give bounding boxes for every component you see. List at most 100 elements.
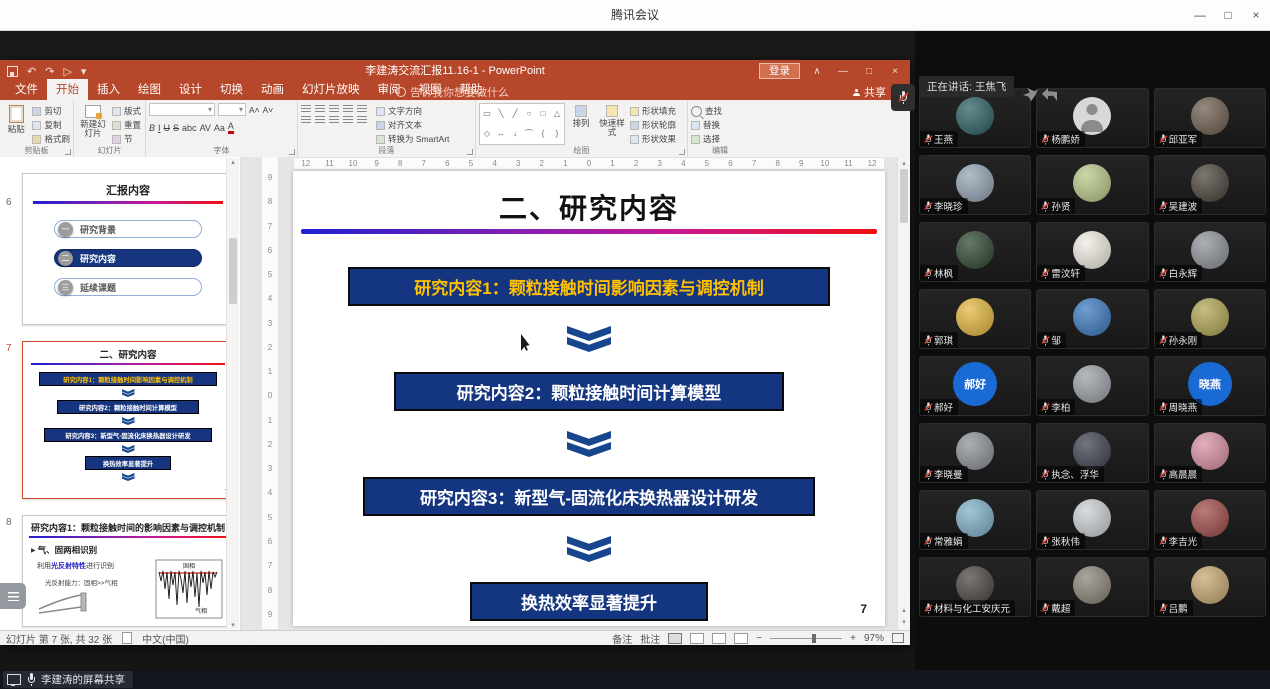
font-style-button[interactable]: A xyxy=(228,121,234,134)
select-button[interactable]: 选择 xyxy=(691,133,722,145)
shape-icon[interactable]: ╲ xyxy=(499,110,504,118)
participant-tile[interactable]: 李晓曼 xyxy=(919,423,1031,483)
canvas-scrollbar[interactable]: ▴ ▴ ▾ xyxy=(897,157,910,630)
list-buttons[interactable] xyxy=(301,105,373,114)
ppt-maximize-icon[interactable]: □ xyxy=(856,60,882,82)
participant-tile[interactable]: 吴建波 xyxy=(1154,155,1266,215)
previous-slide-icon[interactable]: ▴ xyxy=(902,606,906,614)
participant-tile[interactable]: 张秋伟 xyxy=(1036,490,1148,550)
participant-tile[interactable]: 邹 xyxy=(1036,289,1148,349)
participant-tile[interactable]: 执念、浮华 xyxy=(1036,423,1148,483)
reading-view-icon[interactable] xyxy=(712,633,726,644)
font-style-button[interactable]: U xyxy=(164,123,171,133)
next-slide-icon[interactable]: ▾ xyxy=(902,618,906,626)
zoom-in-icon[interactable]: + xyxy=(850,633,856,644)
reset-button[interactable]: 重置 xyxy=(112,119,141,131)
participant-tile[interactable]: 李晓珍 xyxy=(919,155,1031,215)
font-size-combo[interactable]: ▾ xyxy=(218,103,246,116)
slide-content-box[interactable]: 换热效率显著提升 xyxy=(470,582,708,621)
participant-tile[interactable]: 邱亚军 xyxy=(1154,88,1266,148)
comments-toggle[interactable]: 批注 xyxy=(640,631,660,646)
participant-tile[interactable]: 郭琪 xyxy=(919,289,1031,349)
ribbon-tab[interactable]: 插入 xyxy=(88,79,129,100)
cut-button[interactable]: 剪切 xyxy=(32,105,70,117)
new-slide-button[interactable]: 新建幻灯片 xyxy=(77,103,109,145)
ppt-minimize-icon[interactable]: — xyxy=(830,60,856,82)
align-text-button[interactable]: 对齐文本 xyxy=(376,119,449,131)
participant-tile[interactable]: 雷汶轩 xyxy=(1036,222,1148,282)
section-button[interactable]: 节 xyxy=(112,133,141,145)
ribbon-tab[interactable]: 开始 xyxy=(47,79,88,100)
zoom-level[interactable]: 97% xyxy=(864,633,884,644)
ribbon-tab[interactable]: 切换 xyxy=(211,79,252,100)
slide-8-thumbnail[interactable]: 研究内容1：颗粒接触时间的影响因素与调控机制 ▶气、固两相识别 利用光反射特性进… xyxy=(22,515,234,627)
scroll-up-icon[interactable]: ▴ xyxy=(902,159,906,167)
scroll-up-icon[interactable]: ▴ xyxy=(231,158,235,166)
participant-tile[interactable]: 郝好 郝好 xyxy=(919,356,1031,416)
ribbon-tab[interactable]: 视图 xyxy=(410,79,451,100)
ribbon-tab[interactable]: 设计 xyxy=(170,79,211,100)
normal-view-icon[interactable] xyxy=(668,633,682,644)
maximize-icon[interactable]: □ xyxy=(1214,0,1242,30)
font-style-button[interactable]: AV xyxy=(200,123,211,133)
zoom-slider[interactable] xyxy=(770,638,842,639)
participant-tile[interactable]: 吕鹏 xyxy=(1154,557,1266,617)
minimize-icon[interactable]: — xyxy=(1186,0,1214,30)
shape-icon[interactable]: ↔ xyxy=(497,130,505,138)
participant-tile[interactable]: 王燕 xyxy=(919,88,1031,148)
participant-tile[interactable]: 戴超 xyxy=(1036,557,1148,617)
dialog-launcher-icon[interactable] xyxy=(65,149,71,155)
thumbnail-scrollbar[interactable]: ▴ ▾ xyxy=(226,158,239,629)
ribbon-tab[interactable]: 审阅 xyxy=(369,79,410,100)
dialog-launcher-icon[interactable] xyxy=(679,149,685,155)
text-direction-button[interactable]: 文字方向 xyxy=(376,105,449,117)
notes-toggle[interactable]: 备注 xyxy=(612,631,632,646)
shape-outline-button[interactable]: 形状轮廓 xyxy=(630,119,676,131)
slide-gradient-line[interactable] xyxy=(301,229,877,234)
shape-icon[interactable]: ▭ xyxy=(483,110,491,118)
ribbon-options-icon[interactable]: ∧ xyxy=(804,60,830,82)
participant-tile[interactable]: 高晨晨 xyxy=(1154,423,1266,483)
layout-button[interactable]: 版式 xyxy=(112,105,141,117)
arrange-button[interactable]: 排列 xyxy=(568,103,594,145)
dialog-launcher-icon[interactable] xyxy=(467,149,473,155)
font-style-button[interactable]: I xyxy=(158,123,161,133)
shape-icon[interactable]: ⌒ xyxy=(525,130,533,138)
meeting-sidebar-toggle[interactable] xyxy=(0,583,26,609)
shape-effects-button[interactable]: 形状效果 xyxy=(630,133,676,145)
participant-tile[interactable]: 晓燕 周晓燕 xyxy=(1154,356,1266,416)
quick-styles-button[interactable]: 快速样式 xyxy=(597,103,627,145)
font-style-button[interactable]: Aa xyxy=(214,123,225,133)
slide-content-box[interactable]: 研究内容3：新型气-固流化床换热器设计研发 xyxy=(363,477,815,516)
language-status[interactable]: 中文(中国) xyxy=(142,631,189,646)
ribbon-tab[interactable]: 文件 xyxy=(6,79,47,100)
shape-icon[interactable]: □ xyxy=(541,110,546,118)
scroll-down-icon[interactable]: ▾ xyxy=(231,621,235,629)
zoom-out-icon[interactable]: − xyxy=(756,633,762,644)
slide-content-box[interactable]: 研究内容1：颗粒接触时间影响因素与调控机制 xyxy=(348,267,830,306)
spellcheck-icon[interactable] xyxy=(122,632,132,644)
font-style-button[interactable]: S xyxy=(173,123,179,133)
close-icon[interactable]: × xyxy=(1242,0,1270,30)
align-buttons[interactable] xyxy=(301,116,373,125)
participant-tile[interactable]: 李吉光 xyxy=(1154,490,1266,550)
slide-content-box[interactable]: 研究内容2：颗粒接触时间计算模型 xyxy=(394,372,784,411)
replace-button[interactable]: 替换 xyxy=(691,119,722,131)
scrollbar-thumb[interactable] xyxy=(229,238,237,304)
zoom-slider-thumb[interactable] xyxy=(812,634,816,643)
ribbon-tab[interactable]: 动画 xyxy=(252,79,293,100)
shape-icon[interactable]: △ xyxy=(554,110,560,118)
participant-tile[interactable]: 孙永刚 xyxy=(1154,289,1266,349)
slide-canvas[interactable]: 二、研究内容 研究内容1：颗粒接触时间影响因素与调控机制 研究内容2：颗粒接触时… xyxy=(293,171,885,626)
grow-font-button[interactable]: A˄ xyxy=(249,105,260,115)
shrink-font-button[interactable]: A˅ xyxy=(263,105,274,115)
shape-icon[interactable]: ↓ xyxy=(513,130,517,138)
shape-icon[interactable]: ◇ xyxy=(484,130,490,138)
paste-button[interactable]: 粘贴 xyxy=(3,103,29,145)
slide-sorter-icon[interactable] xyxy=(690,633,704,644)
shape-gallery[interactable]: ▭╲╱○□△◇↔↓⌒{} xyxy=(479,103,565,145)
font-style-button[interactable]: abc xyxy=(182,123,197,133)
ppt-close-icon[interactable]: × xyxy=(882,60,908,82)
font-name-combo[interactable]: ▾ xyxy=(149,103,215,116)
format-painter-button[interactable]: 格式刷 xyxy=(32,133,70,145)
